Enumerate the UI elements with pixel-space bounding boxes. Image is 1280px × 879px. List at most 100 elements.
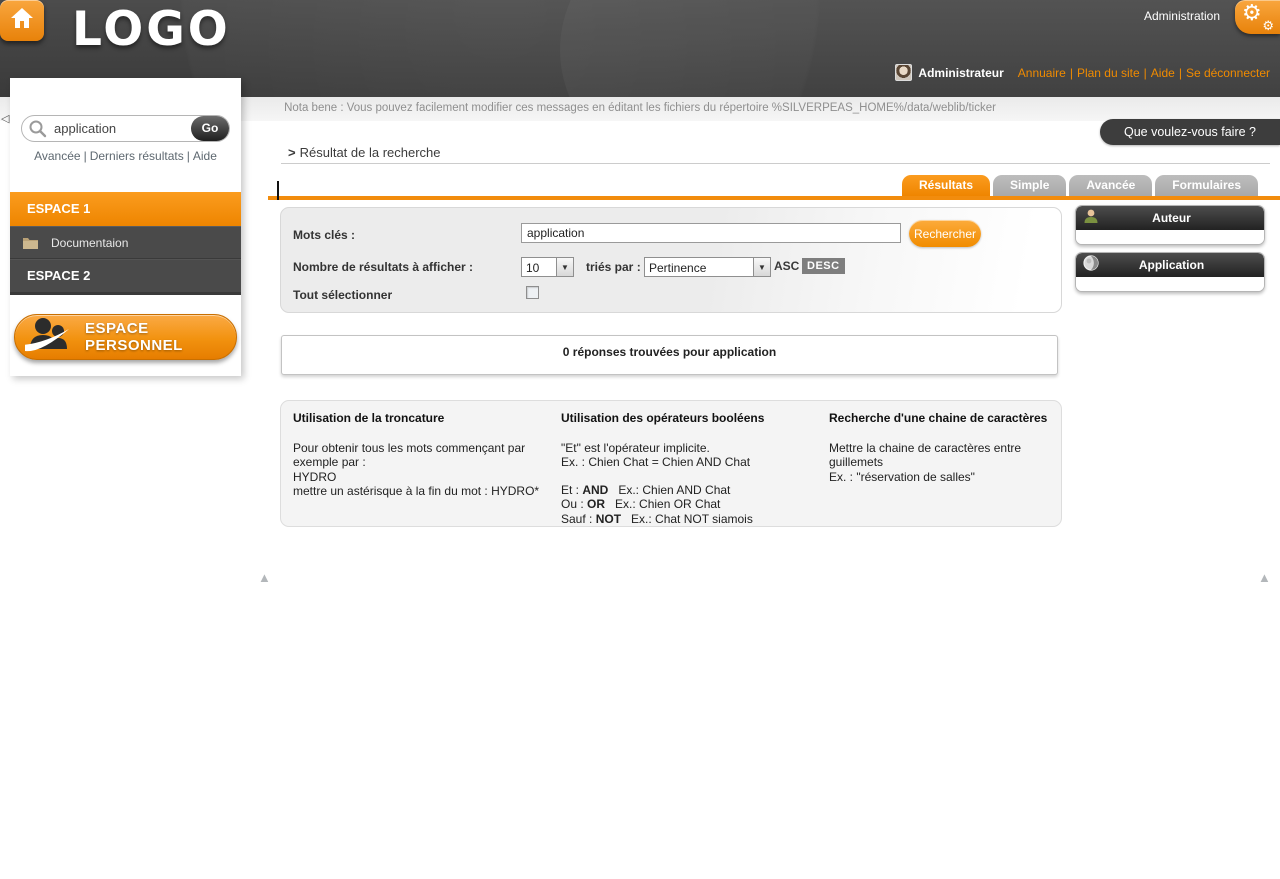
op-keyword: NOT: [596, 512, 621, 526]
help-operator-line: Ou : OR Ex.: Chien OR Chat: [561, 497, 829, 512]
back-to-top-icon[interactable]: ▲: [258, 570, 271, 585]
link-aide-sidebar[interactable]: Aide: [193, 149, 217, 163]
tab-resultats[interactable]: Résultats: [902, 175, 990, 196]
collapse-sidebar-icon[interactable]: ◁: [1, 112, 9, 125]
results-count-value: 10: [522, 258, 556, 276]
tab-avancee[interactable]: Avancée: [1069, 175, 1152, 196]
sidebar-item-documentaion[interactable]: Documentaion: [10, 226, 241, 258]
facet-auteur-body: [1076, 230, 1264, 244]
facet-label: Application: [1099, 258, 1244, 272]
user-name[interactable]: Administrateur: [918, 66, 1003, 80]
link-se-deconnecter[interactable]: Se déconnecter: [1186, 66, 1270, 80]
separator: |: [187, 149, 190, 163]
users-icon: [25, 315, 77, 360]
chevron-down-icon: ▼: [556, 258, 573, 276]
help-line: HYDRO: [293, 470, 561, 485]
help-truncation: Utilisation de la troncature Pour obteni…: [293, 411, 561, 526]
user-avatar[interactable]: [895, 64, 912, 81]
user-links: Annuaire|Plan du site|Aide|Se déconnecte…: [1018, 66, 1270, 80]
sidebar-item-label: Documentaion: [51, 236, 128, 250]
gear-icon: ⚙: [1242, 1, 1262, 26]
globe-icon: [1083, 255, 1099, 276]
facet-application-header[interactable]: Application: [1076, 253, 1264, 277]
op-prefix: Ou :: [561, 497, 587, 511]
help-string-search: Recherche d'une chaine de caractères Met…: [829, 411, 1051, 526]
separator: |: [84, 149, 87, 163]
help-line: Ex. : Chien Chat = Chien AND Chat: [561, 455, 829, 470]
op-prefix: Sauf :: [561, 512, 596, 526]
space-list: ESPACE 1 Documentaion ESPACE 2: [10, 192, 241, 295]
facet-column: Auteur Application: [1075, 205, 1265, 299]
user-bar: Administrateur Annuaire | Plan du site | Aid…: [895, 64, 1270, 81]
breadcrumb-label[interactable]: Résultat de la recherche: [300, 145, 441, 160]
help-line: Pour obtenir tous les mots commençant pa…: [293, 441, 561, 456]
sidebar-search: Go: [21, 115, 230, 142]
results-count-label: Nombre de résultats à afficher :: [293, 260, 473, 274]
help-line: Mettre la chaine de caractères entre gui…: [829, 441, 1051, 470]
results-count-select[interactable]: 10 ▼: [521, 257, 574, 277]
back-to-top-icon[interactable]: ▲: [1258, 570, 1271, 585]
chevron-down-icon: ▼: [753, 258, 770, 276]
sidebar-search-links: Avancée|Derniers résultats|Aide: [10, 149, 241, 163]
tab-underline: [268, 196, 1280, 200]
link-plan-du-site[interactable]: Plan du site: [1077, 66, 1140, 80]
help-line: exemple par :: [293, 455, 561, 470]
breadcrumb: > Résultat de la recherche: [288, 145, 441, 160]
sidebar-panel: Go Avancée|Derniers résultats|Aide ESPAC…: [10, 78, 241, 376]
sidebar-item-espace-1[interactable]: ESPACE 1: [10, 192, 241, 226]
search-go-button[interactable]: Go: [191, 116, 229, 141]
search-button[interactable]: Rechercher: [909, 220, 981, 247]
help-string-title: Recherche d'une chaine de caractères: [829, 411, 1051, 426]
link-derniers-resultats[interactable]: Derniers résultats: [90, 149, 184, 163]
tab-simple[interactable]: Simple: [993, 175, 1066, 196]
home-button[interactable]: [0, 0, 44, 41]
link-avancee[interactable]: Avancée: [34, 149, 80, 163]
help-boolean-title: Utilisation des opérateurs booléens: [561, 411, 829, 426]
sort-select[interactable]: Pertinence ▼: [644, 257, 771, 277]
personal-space-button[interactable]: ESPACE PERSONNEL: [14, 314, 237, 360]
help-boolean: Utilisation des opérateurs booléens "Et"…: [561, 411, 829, 526]
facet-auteur-header[interactable]: Auteur: [1076, 206, 1264, 230]
op-keyword: OR: [587, 497, 605, 511]
op-example: Ex.: Chien OR Chat: [615, 497, 720, 511]
select-all-checkbox[interactable]: [526, 286, 539, 299]
home-icon: [10, 7, 34, 34]
sort-asc-toggle[interactable]: ASC: [774, 259, 799, 273]
facet-application: Application: [1075, 252, 1265, 292]
sort-label: triés par :: [586, 260, 641, 274]
select-all-label: Tout sélectionner: [293, 288, 392, 302]
tab-formulaires[interactable]: Formulaires: [1155, 175, 1258, 196]
app-logo: LOGO: [72, 2, 231, 57]
facet-label: Auteur: [1099, 211, 1244, 225]
search-tabs: Résultats Simple Avancée Formulaires: [902, 175, 1258, 196]
op-example: Ex.: Chat NOT siamois: [631, 512, 753, 526]
separator: |: [1179, 66, 1182, 80]
link-annuaire[interactable]: Annuaire: [1018, 66, 1066, 80]
help-operator-line: Sauf : NOT Ex.: Chat NOT siamois: [561, 512, 829, 527]
folder-icon: [22, 236, 39, 250]
help-operator-line: Et : ANDEx.: Chien AND Chat: [561, 483, 829, 498]
person-icon: [1083, 208, 1099, 229]
breadcrumb-divider: [281, 163, 1270, 164]
search-form-panel: Mots clés : Rechercher Nombre de résulta…: [280, 207, 1062, 313]
help-line: "Et" est l'opérateur implicite.: [561, 441, 829, 456]
results-message-box: 0 réponses trouvées pour application: [281, 335, 1058, 375]
personal-space-label: ESPACE PERSONNEL: [85, 320, 236, 354]
search-icon: [28, 119, 47, 143]
spacer: [561, 470, 829, 483]
link-aide[interactable]: Aide: [1151, 66, 1175, 80]
keywords-input[interactable]: [521, 223, 901, 243]
tab-bar-cursor: [277, 181, 279, 200]
sort-desc-toggle[interactable]: DESC: [802, 258, 845, 274]
separator: |: [1070, 66, 1073, 80]
facet-auteur: Auteur: [1075, 205, 1265, 245]
administration-gear-button[interactable]: ⚙ ⚙: [1235, 0, 1280, 34]
sidebar-item-espace-2[interactable]: ESPACE 2: [10, 258, 241, 292]
administration-link[interactable]: Administration: [1144, 9, 1220, 23]
gear-small-icon: ⚙: [1262, 19, 1274, 34]
help-truncation-title: Utilisation de la troncature: [293, 411, 561, 426]
op-example: Ex.: Chien AND Chat: [618, 483, 730, 497]
what-to-do-button[interactable]: Que voulez-vous faire ?: [1100, 119, 1280, 145]
help-line: mettre un astérisque à la fin du mot : H…: [293, 484, 561, 499]
breadcrumb-arrow: >: [288, 145, 296, 160]
